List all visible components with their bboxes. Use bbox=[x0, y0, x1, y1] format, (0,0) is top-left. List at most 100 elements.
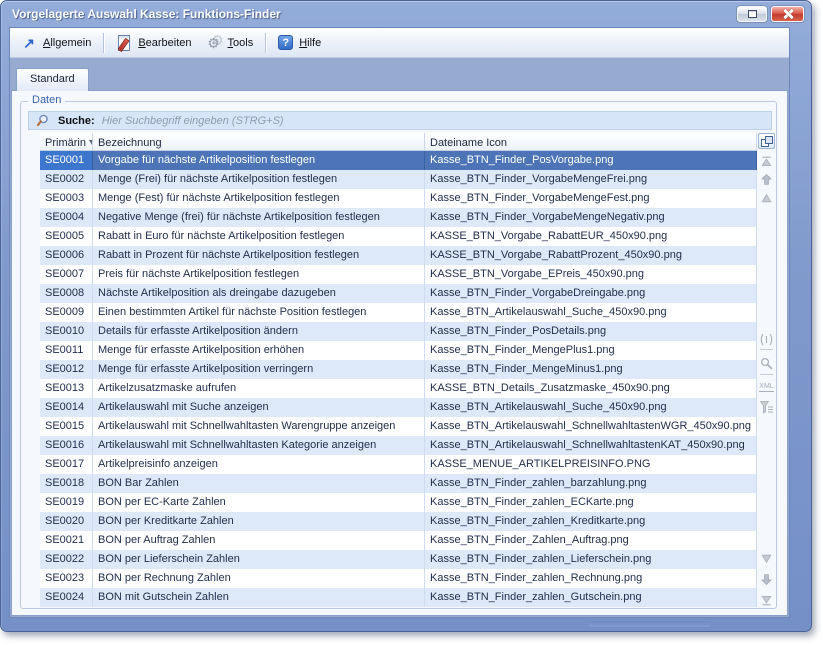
cell-primary-key[interactable]: SE0023 bbox=[40, 569, 93, 588]
cell-primary-key[interactable]: SE0010 bbox=[40, 322, 93, 341]
scroll-up-icon[interactable] bbox=[760, 173, 773, 186]
cell-primary-key[interactable]: SE0012 bbox=[40, 360, 93, 379]
cell-primary-key[interactable]: SE0013 bbox=[40, 379, 93, 398]
cell-dateiname-icon[interactable]: Kasse_BTN_Artikelauswahl_Suche_450x90.pn… bbox=[425, 398, 757, 417]
table-row[interactable]: SE0001Vorgabe für nächste Artikelpositio… bbox=[40, 151, 757, 170]
cell-bezeichnung[interactable]: Artikelauswahl mit Suche anzeigen bbox=[93, 398, 425, 417]
cell-primary-key[interactable]: SE0004 bbox=[40, 208, 93, 227]
column-header-prim-rin[interactable]: Primärin bbox=[40, 133, 93, 150]
cell-dateiname-icon[interactable]: KASSE_BTN_Vorgabe_EPreis_450x90.png bbox=[425, 265, 757, 284]
magnifier-icon[interactable] bbox=[760, 357, 773, 370]
cell-primary-key[interactable]: SE0014 bbox=[40, 398, 93, 417]
cell-bezeichnung[interactable]: Menge (Fest) für nächste Artikelposition… bbox=[93, 189, 425, 208]
cell-dateiname-icon[interactable]: Kasse_BTN_Finder_PosDetails.png bbox=[425, 322, 757, 341]
table-row[interactable]: SE0021BON per Auftrag ZahlenKasse_BTN_Fi… bbox=[40, 531, 757, 550]
table-row[interactable]: SE0013Artikelzusatzmaske aufrufenKASSE_B… bbox=[40, 379, 757, 398]
cell-bezeichnung[interactable]: Artikelzusatzmaske aufrufen bbox=[93, 379, 425, 398]
table-row[interactable]: SE0014Artikelauswahl mit Suche anzeigenK… bbox=[40, 398, 757, 417]
cell-dateiname-icon[interactable]: Kasse_BTN_Finder_zahlen_Rechnung.png bbox=[425, 569, 757, 588]
cell-primary-key[interactable]: SE0018 bbox=[40, 474, 93, 493]
toolbar-item-tools[interactable]: Tools bbox=[199, 32, 261, 54]
minimize-button[interactable] bbox=[737, 6, 767, 22]
cell-dateiname-icon[interactable]: KASSE_BTN_Vorgabe_RabattProzent_450x90.p… bbox=[425, 246, 757, 265]
table-row[interactable]: SE0005Rabatt in Euro für nächste Artikel… bbox=[40, 227, 757, 246]
cell-dateiname-icon[interactable]: Kasse_BTN_Finder_MengeMinus1.png bbox=[425, 360, 757, 379]
table-row[interactable]: SE0003Menge (Fest) für nächste Artikelpo… bbox=[40, 189, 757, 208]
cell-bezeichnung[interactable]: Artikelauswahl mit Schnellwahltasten War… bbox=[93, 417, 425, 436]
table-row[interactable]: SE0011Menge für erfasste Artikelposition… bbox=[40, 341, 757, 360]
cell-primary-key[interactable]: SE0005 bbox=[40, 227, 93, 246]
cell-dateiname-icon[interactable]: Kasse_BTN_Finder_zahlen_Lieferschein.png bbox=[425, 550, 757, 569]
cell-bezeichnung[interactable]: Vorgabe für nächste Artikelposition fest… bbox=[93, 151, 425, 170]
close-button[interactable] bbox=[771, 6, 804, 22]
cell-bezeichnung[interactable]: BON per EC-Karte Zahlen bbox=[93, 493, 425, 512]
column-header-dateiname-icon[interactable]: Dateiname Icon bbox=[425, 133, 757, 150]
table-row[interactable]: SE0007Preis für nächste Artikelposition … bbox=[40, 265, 757, 284]
cell-dateiname-icon[interactable]: Kasse_BTN_Finder_zahlen_Gutschein.png bbox=[425, 588, 757, 607]
table-row[interactable]: SE0002Menge (Frei) für nächste Artikelpo… bbox=[40, 170, 757, 189]
table-row[interactable]: SE0009Einen bestimmten Artikel für nächs… bbox=[40, 303, 757, 322]
cell-primary-key[interactable]: SE0002 bbox=[40, 170, 93, 189]
cell-primary-key[interactable]: SE0024 bbox=[40, 588, 93, 607]
table-row[interactable]: SE0018BON Bar ZahlenKasse_BTN_Finder_zah… bbox=[40, 474, 757, 493]
cell-primary-key[interactable]: SE0015 bbox=[40, 417, 93, 436]
cell-dateiname-icon[interactable]: Kasse_BTN_Finder_zahlen_barzahlung.png bbox=[425, 474, 757, 493]
table-row[interactable]: SE0012Menge für erfasste Artikelposition… bbox=[40, 360, 757, 379]
cell-dateiname-icon[interactable]: KASSE_BTN_Details_Zusatzmaske_450x90.png bbox=[425, 379, 757, 398]
cell-primary-key[interactable]: SE0021 bbox=[40, 531, 93, 550]
cell-dateiname-icon[interactable]: Kasse_BTN_Finder_zahlen_Kreditkarte.png bbox=[425, 512, 757, 531]
cell-bezeichnung[interactable]: Menge für erfasste Artikelposition verri… bbox=[93, 360, 425, 379]
cell-primary-key[interactable]: SE0003 bbox=[40, 189, 93, 208]
parentheses-icon[interactable] bbox=[760, 333, 773, 346]
table-row[interactable]: SE0010Details für erfasste Artikelpositi… bbox=[40, 322, 757, 341]
cell-primary-key[interactable]: SE0011 bbox=[40, 341, 93, 360]
cell-dateiname-icon[interactable]: Kasse_BTN_Finder_PosVorgabe.png bbox=[425, 151, 757, 170]
cell-primary-key[interactable]: SE0022 bbox=[40, 550, 93, 569]
cell-primary-key[interactable]: SE0008 bbox=[40, 284, 93, 303]
cell-bezeichnung[interactable]: Details für erfasste Artikelposition änd… bbox=[93, 322, 425, 341]
cell-primary-key[interactable]: SE0019 bbox=[40, 493, 93, 512]
cell-primary-key[interactable]: SE0016 bbox=[40, 436, 93, 455]
cell-primary-key[interactable]: SE0017 bbox=[40, 455, 93, 474]
cell-bezeichnung[interactable]: Rabatt in Prozent für nächste Artikelpos… bbox=[93, 246, 425, 265]
cell-bezeichnung[interactable]: Artikelauswahl mit Schnellwahltasten Kat… bbox=[93, 436, 425, 455]
cell-bezeichnung[interactable]: BON Bar Zahlen bbox=[93, 474, 425, 493]
scroll-last-icon[interactable] bbox=[760, 594, 773, 607]
search-input[interactable]: Suche: Hier Suchbegriff eingeben (STRG+S… bbox=[28, 111, 772, 130]
cell-dateiname-icon[interactable]: Kasse_BTN_Finder_VorgabeMengeFest.png bbox=[425, 189, 757, 208]
table-row[interactable]: SE0024BON mit Gutschein ZahlenKasse_BTN_… bbox=[40, 588, 757, 607]
scroll-down-icon[interactable] bbox=[760, 573, 773, 586]
toolbar-item-allgemein[interactable]: Allgemein bbox=[14, 32, 98, 54]
table-row[interactable]: SE0020BON per Kreditkarte ZahlenKasse_BT… bbox=[40, 512, 757, 531]
cell-dateiname-icon[interactable]: KASSE_BTN_Vorgabe_RabattEUR_450x90.png bbox=[425, 227, 757, 246]
scroll-next-icon[interactable] bbox=[760, 552, 773, 565]
table-row[interactable]: SE0022BON per Lieferschein ZahlenKasse_B… bbox=[40, 550, 757, 569]
cell-bezeichnung[interactable]: Negative Menge (frei) für nächste Artike… bbox=[93, 208, 425, 227]
table-row[interactable]: SE0004Negative Menge (frei) für nächste … bbox=[40, 208, 757, 227]
table-row[interactable]: SE0015Artikelauswahl mit Schnellwahltast… bbox=[40, 417, 757, 436]
toolbar-item-bearbeiten[interactable]: Bearbeiten bbox=[109, 32, 198, 54]
cell-dateiname-icon[interactable]: Kasse_BTN_Finder_Zahlen_Auftrag.png bbox=[425, 531, 757, 550]
cell-bezeichnung[interactable]: Rabatt in Euro für nächste Artikelpositi… bbox=[93, 227, 425, 246]
cell-bezeichnung[interactable]: Nächste Artikelposition als dreingabe da… bbox=[93, 284, 425, 303]
cell-dateiname-icon[interactable]: Kasse_BTN_Artikelauswahl_Suche_450x90.pn… bbox=[425, 303, 757, 322]
cell-dateiname-icon[interactable]: Kasse_BTN_Artikelauswahl_Schnellwahltast… bbox=[425, 417, 757, 436]
title-bar[interactable]: Vorgelagerte Auswahl Kasse: Funktions-Fi… bbox=[1, 1, 811, 26]
cell-bezeichnung[interactable]: Menge (Frei) für nächste Artikelposition… bbox=[93, 170, 425, 189]
cell-bezeichnung[interactable]: BON per Rechnung Zahlen bbox=[93, 569, 425, 588]
toolbar-item-hilfe[interactable]: Hilfe bbox=[271, 32, 328, 53]
scroll-first-icon[interactable] bbox=[760, 155, 773, 168]
cell-bezeichnung[interactable]: BON mit Gutschein Zahlen bbox=[93, 588, 425, 607]
filter-icon[interactable] bbox=[760, 401, 773, 414]
table-row[interactable]: SE0023BON per Rechnung ZahlenKasse_BTN_F… bbox=[40, 569, 757, 588]
cell-dateiname-icon[interactable]: Kasse_BTN_Artikelauswahl_Schnellwahltast… bbox=[425, 436, 757, 455]
table-row[interactable]: SE0016Artikelauswahl mit Schnellwahltast… bbox=[40, 436, 757, 455]
cell-primary-key[interactable]: SE0001 bbox=[40, 151, 93, 170]
cell-dateiname-icon[interactable]: Kasse_BTN_Finder_MengePlus1.png bbox=[425, 341, 757, 360]
table-row[interactable]: SE0008Nächste Artikelposition als dreing… bbox=[40, 284, 757, 303]
scroll-prev-icon[interactable] bbox=[760, 192, 773, 205]
cell-dateiname-icon[interactable]: Kasse_BTN_Finder_zahlen_ECKarte.png bbox=[425, 493, 757, 512]
resize-grip[interactable] bbox=[589, 621, 711, 627]
cell-dateiname-icon[interactable]: Kasse_BTN_Finder_VorgabeMengeFrei.png bbox=[425, 170, 757, 189]
tab-standard[interactable]: Standard bbox=[16, 68, 89, 91]
